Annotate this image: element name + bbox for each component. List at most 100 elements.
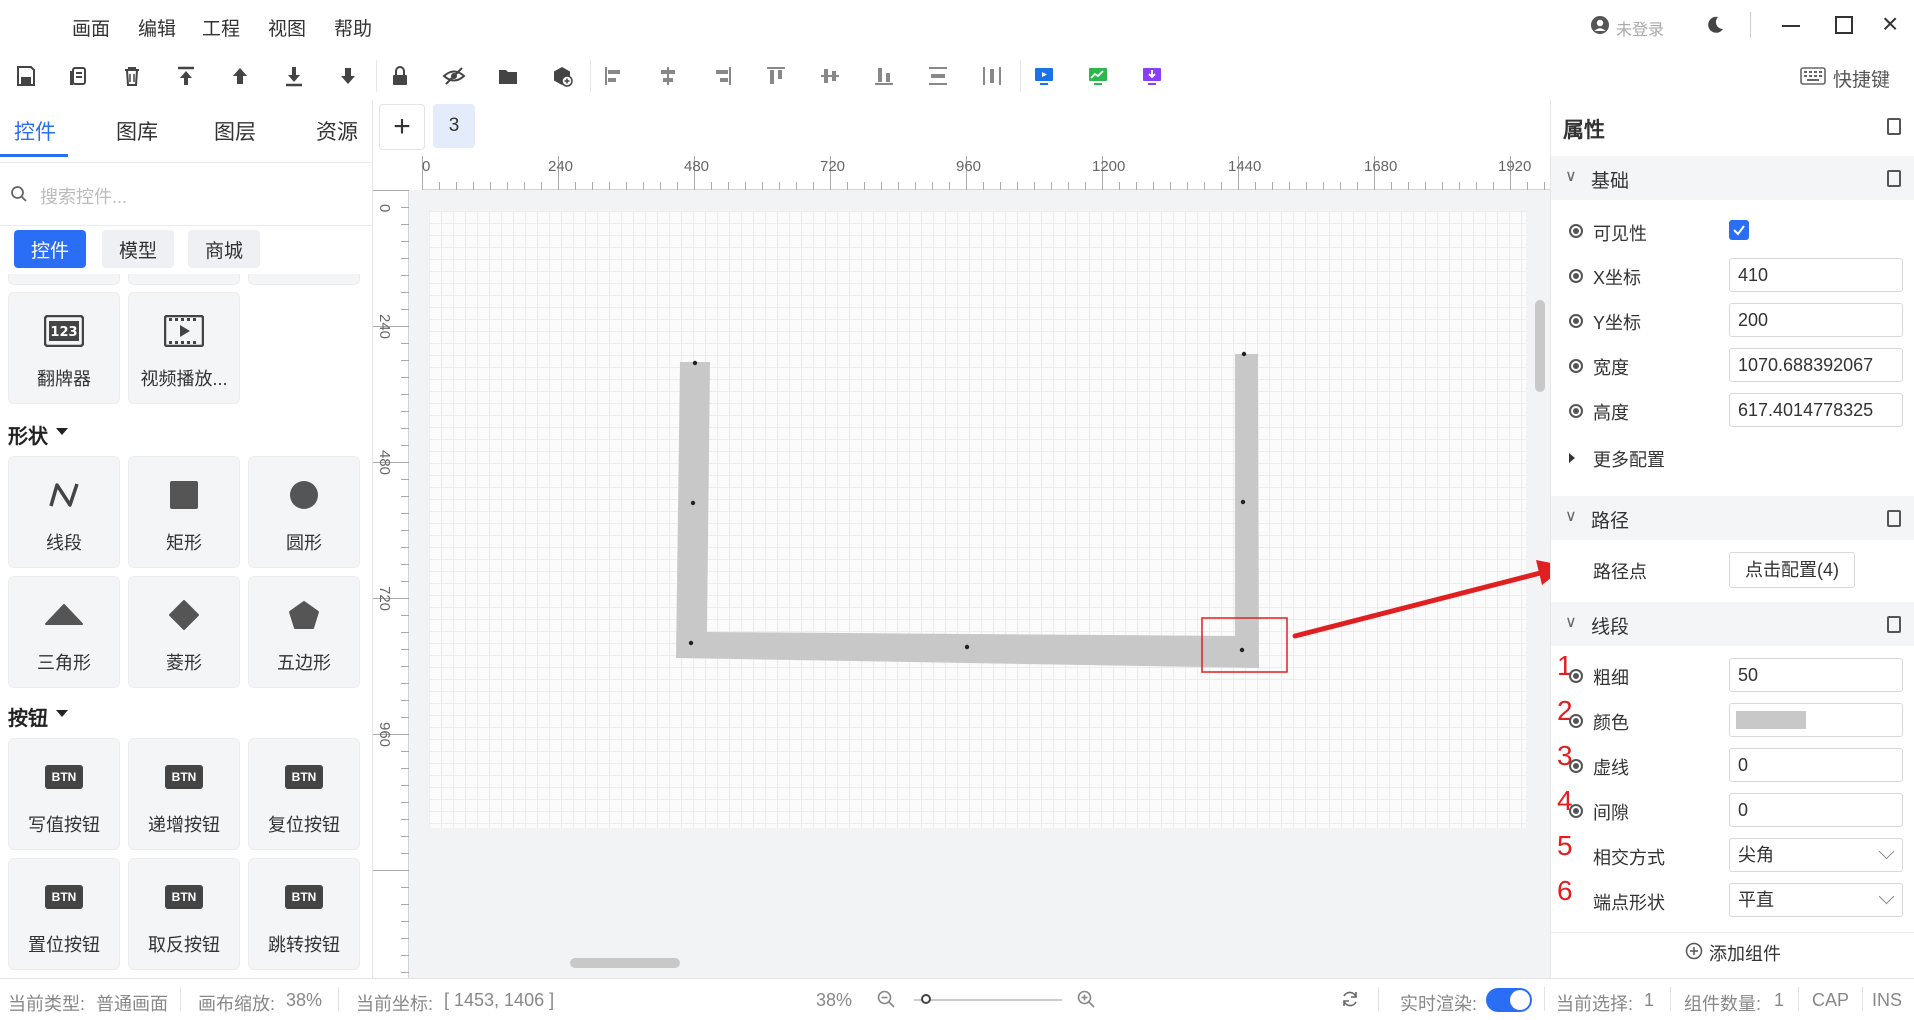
align-right-icon[interactable] <box>708 62 736 90</box>
tile-set-button[interactable]: BTN 置位按钮 <box>8 858 120 970</box>
align-left-icon[interactable] <box>600 62 628 90</box>
path-point-handle[interactable] <box>692 360 698 366</box>
tile-polyline[interactable]: 线段 <box>8 456 120 568</box>
menu-canvas[interactable]: 画面 <box>72 14 110 41</box>
path-point-handle[interactable] <box>1241 351 1247 357</box>
tile-write-button[interactable]: BTN 写值按钮 <box>8 738 120 850</box>
move-up-icon[interactable] <box>226 62 254 90</box>
align-bottom-icon[interactable] <box>870 62 898 90</box>
minimize-icon[interactable] <box>1782 25 1800 27</box>
save-icon[interactable] <box>12 62 40 90</box>
zoom-out-icon[interactable] <box>876 989 896 1014</box>
dark-mode-icon[interactable] <box>1704 14 1726 41</box>
copy-icon[interactable] <box>64 62 92 90</box>
tile-video-player[interactable]: 视频播放... <box>128 292 240 404</box>
path-point-handle[interactable] <box>688 640 694 646</box>
menu-view[interactable]: 视图 <box>268 14 306 41</box>
section-doc-icon[interactable] <box>1887 616 1901 633</box>
align-top-icon[interactable] <box>762 62 790 90</box>
menu-edit[interactable]: 编辑 <box>138 14 176 41</box>
width-input[interactable]: 1070.688392067 <box>1729 348 1903 382</box>
tile-jump-button[interactable]: BTN 跳转按钮 <box>248 858 360 970</box>
path-point-handle[interactable] <box>1239 647 1245 653</box>
add-component-button[interactable]: 添加组件 <box>1709 940 1781 966</box>
tile-triangle[interactable]: 三角形 <box>8 576 120 688</box>
search-box[interactable]: 搜索控件... <box>0 162 372 226</box>
tile-reset-button[interactable]: BTN 复位按钮 <box>248 738 360 850</box>
caret-right-icon[interactable] <box>1569 453 1575 463</box>
section-doc-icon[interactable] <box>1887 510 1901 527</box>
lock-icon[interactable] <box>386 62 414 90</box>
publish-icon[interactable] <box>1138 62 1166 90</box>
collapse-doc-icon[interactable] <box>1887 118 1901 135</box>
refresh-icon[interactable] <box>1340 989 1360 1014</box>
folder-icon[interactable] <box>494 62 522 90</box>
path-point-handle[interactable] <box>1240 499 1246 505</box>
menu-project[interactable]: 工程 <box>202 14 240 41</box>
add-circle-icon[interactable] <box>1685 942 1703 965</box>
shortcut-button[interactable]: 快捷键 <box>1833 65 1890 92</box>
tab-controls[interactable]: 控件 <box>14 116 56 146</box>
vertical-scrollbar[interactable] <box>1535 300 1545 392</box>
tab-layers[interactable]: 图层 <box>214 116 256 146</box>
bind-radio-icon[interactable] <box>1569 669 1583 683</box>
color-picker[interactable] <box>1729 703 1903 737</box>
send-to-back-icon[interactable] <box>280 62 308 90</box>
more-config-toggle[interactable]: 更多配置 <box>1593 446 1665 472</box>
section-path[interactable]: ∨ 路径 <box>1551 496 1914 540</box>
y-input[interactable]: 200 <box>1729 303 1903 337</box>
move-down-icon[interactable] <box>334 62 362 90</box>
realtime-toggle[interactable] <box>1486 988 1532 1012</box>
bind-radio-icon[interactable] <box>1569 224 1583 238</box>
cap-select[interactable]: 平直 <box>1729 883 1903 917</box>
tile-invert-button[interactable]: BTN 取反按钮 <box>128 858 240 970</box>
bind-radio-icon[interactable] <box>1569 269 1583 283</box>
zoom-slider-handle[interactable] <box>920 994 931 1004</box>
tab-resources[interactable]: 资源 <box>316 116 358 146</box>
dash-input[interactable]: 0 <box>1729 748 1903 782</box>
chip-controls[interactable]: 控件 <box>14 230 86 268</box>
tile-pentagon[interactable]: 五边形 <box>248 576 360 688</box>
delete-icon[interactable] <box>118 62 146 90</box>
tab-gallery[interactable]: 图库 <box>116 116 158 146</box>
chip-models[interactable]: 模型 <box>102 230 174 268</box>
distribute-vertical-icon[interactable] <box>924 62 952 90</box>
zoom-slider-track[interactable] <box>914 994 1062 1004</box>
horizontal-scrollbar[interactable] <box>570 958 680 968</box>
section-shapes[interactable]: 形状 <box>8 420 48 449</box>
bind-radio-icon[interactable] <box>1569 404 1583 418</box>
tile-flip-counter[interactable]: 123 翻牌器 <box>8 292 120 404</box>
zoom-in-icon[interactable] <box>1076 989 1096 1014</box>
tile-diamond[interactable]: 菱形 <box>128 576 240 688</box>
path-point-handle[interactable] <box>690 500 696 506</box>
thickness-input[interactable]: 50 <box>1729 658 1903 692</box>
section-buttons[interactable]: 按钮 <box>8 702 48 731</box>
preview-icon[interactable] <box>1030 62 1058 90</box>
user-icon[interactable] <box>1590 15 1610 40</box>
bind-radio-icon[interactable] <box>1569 314 1583 328</box>
tile-increment-button[interactable]: BTN 递增按钮 <box>128 738 240 850</box>
height-input[interactable]: 617.4014778325 <box>1729 393 1903 427</box>
bind-radio-icon[interactable] <box>1569 359 1583 373</box>
login-status[interactable]: 未登录 <box>1616 16 1664 40</box>
tile-rectangle[interactable]: 矩形 <box>128 456 240 568</box>
bind-radio-icon[interactable] <box>1569 759 1583 773</box>
caret-down-icon[interactable] <box>56 428 68 435</box>
tile-circle[interactable]: 圆形 <box>248 456 360 568</box>
align-center-h-icon[interactable] <box>654 62 682 90</box>
join-select[interactable]: 尖角 <box>1729 838 1903 872</box>
section-segment[interactable]: ∨ 线段 <box>1551 602 1914 646</box>
visible-checkbox[interactable] <box>1729 220 1749 240</box>
hide-icon[interactable] <box>440 62 468 90</box>
bind-radio-icon[interactable] <box>1569 714 1583 728</box>
bring-to-front-icon[interactable] <box>172 62 200 90</box>
monitor-chart-icon[interactable] <box>1084 62 1112 90</box>
component-add-icon[interactable] <box>548 62 576 90</box>
gap-input[interactable]: 0 <box>1729 793 1903 827</box>
close-icon[interactable]: × <box>1882 10 1898 38</box>
maximize-icon[interactable] <box>1835 16 1853 34</box>
path-point-handle[interactable] <box>964 644 970 650</box>
keyboard-icon[interactable] <box>1800 66 1826 91</box>
polyline-shape[interactable] <box>676 354 1259 668</box>
path-points-config-button[interactable]: 点击配置(4) <box>1729 552 1855 588</box>
